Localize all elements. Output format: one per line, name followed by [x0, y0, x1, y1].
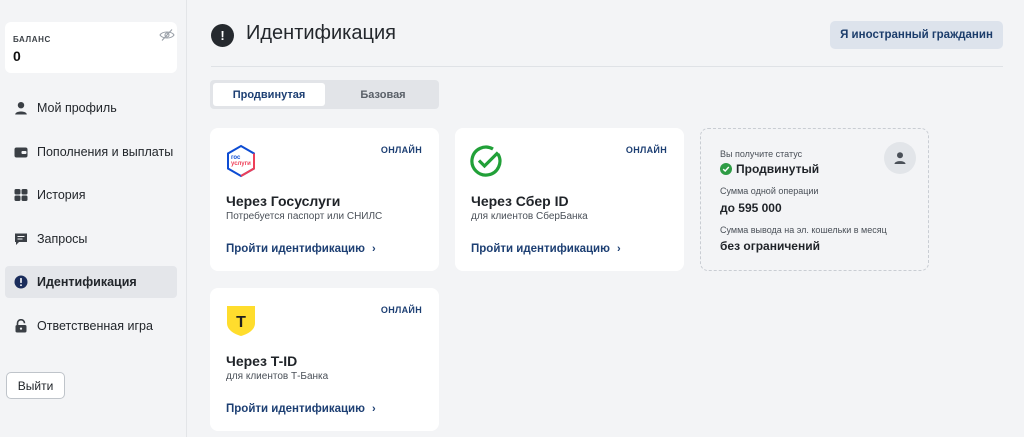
sidebar-item-identification[interactable]: Идентификация: [5, 266, 177, 298]
sidebar-item-profile[interactable]: Мой профиль: [5, 92, 177, 124]
exclamation-icon: [14, 275, 28, 289]
method-title: Через Сбер ID: [471, 193, 569, 209]
header-divider: [211, 66, 1003, 67]
balance-card: БАЛАНС 0: [5, 22, 177, 73]
identification-type-tabs: Продвинутая Базовая: [210, 80, 439, 109]
avatar: [884, 142, 916, 174]
check-circle-icon: [720, 163, 732, 175]
chevron-right-icon: ›: [616, 243, 621, 255]
op-limit-value: до 595 000: [720, 201, 782, 215]
status-badge: ОНЛАЙН: [625, 145, 667, 155]
sidebar-item-requests[interactable]: Запросы: [5, 223, 177, 255]
get-status-label: Вы получите статус: [720, 149, 803, 159]
method-card-gosuslugi: гос услуги ОНЛАЙН Через Госуслуги Потреб…: [210, 128, 439, 271]
link-label: Пройти идентификацию: [226, 243, 365, 255]
sidebar-item-label: Запросы: [37, 231, 88, 246]
sidebar-item-responsible-gaming[interactable]: Ответственная игра: [5, 310, 177, 342]
sidebar-item-payments[interactable]: Пополнения и выплаты: [5, 136, 177, 168]
link-label: Пройти идентификацию: [471, 243, 610, 255]
withdraw-limit-label: Сумма вывода на эл. кошельки в месяц: [720, 225, 887, 235]
link-label: Пройти идентификацию: [226, 403, 365, 415]
tbank-logo: Т: [224, 304, 258, 338]
method-description: для клиентов Т-Банка: [226, 371, 329, 382]
tab-basic[interactable]: Базовая: [330, 83, 436, 106]
method-card-tid: Т ОНЛАЙН Через T-ID для клиентов Т-Банка…: [210, 288, 439, 431]
sidebar: БАЛАНС 0 Мой профиль Пополнения и выплат…: [0, 0, 187, 437]
start-identification-link[interactable]: Пройти идентификацию ›: [226, 243, 376, 255]
history-icon: [14, 188, 28, 202]
eye-off-icon[interactable]: [159, 28, 175, 42]
user-icon: [894, 152, 906, 164]
method-description: Потребуется паспорт или СНИЛС: [226, 211, 383, 222]
sidebar-item-label: Идентификация: [37, 275, 137, 289]
status-value-row: Продвинутый: [720, 162, 819, 176]
svg-text:Т: Т: [236, 314, 246, 331]
method-card-sber: ОНЛАЙН Через Сбер ID для клиентов СберБа…: [455, 128, 684, 271]
user-icon: [14, 101, 28, 115]
sidebar-item-label: Мой профиль: [37, 101, 117, 115]
status-info-card: Вы получите статус Продвинутый Сумма одн…: [700, 128, 929, 271]
foreign-citizen-button[interactable]: Я иностранный гражданин: [830, 21, 1003, 49]
op-limit-label: Сумма одной операции: [720, 186, 819, 196]
exclamation-icon: !: [211, 24, 234, 47]
withdraw-limit-value: без ограничений: [720, 239, 820, 253]
sidebar-item-history[interactable]: История: [5, 179, 177, 211]
chat-icon: [14, 232, 28, 246]
sidebar-nav: Мой профиль Пополнения и выплаты История…: [5, 92, 177, 353]
start-identification-link[interactable]: Пройти идентификацию ›: [471, 243, 621, 255]
lock-icon: [14, 318, 28, 333]
balance-value: 0: [13, 48, 21, 64]
balance-label: БАЛАНС: [13, 35, 51, 44]
start-identification-link[interactable]: Пройти идентификацию ›: [226, 403, 376, 415]
method-title: Через T-ID: [226, 353, 298, 369]
method-description: для клиентов СберБанка: [471, 211, 588, 222]
gosuslugi-logo: гос услуги: [224, 144, 258, 178]
logout-button[interactable]: Выйти: [6, 372, 65, 399]
page-title: Идентификация: [246, 22, 396, 44]
wallet-icon: [14, 145, 28, 159]
tab-advanced[interactable]: Продвинутая: [213, 83, 325, 106]
status-badge: ОНЛАЙН: [380, 305, 422, 315]
status-badge: ОНЛАЙН: [380, 145, 422, 155]
chevron-right-icon: ›: [371, 403, 376, 415]
sidebar-item-label: Ответственная игра: [37, 318, 153, 333]
sidebar-item-label: Пополнения и выплаты: [37, 144, 174, 159]
svg-text:услуги: услуги: [231, 161, 251, 167]
sidebar-item-label: История: [37, 188, 86, 202]
chevron-right-icon: ›: [371, 243, 376, 255]
status-value: Продвинутый: [736, 162, 820, 176]
sber-logo: [469, 144, 503, 178]
method-title: Через Госуслуги: [226, 193, 341, 209]
